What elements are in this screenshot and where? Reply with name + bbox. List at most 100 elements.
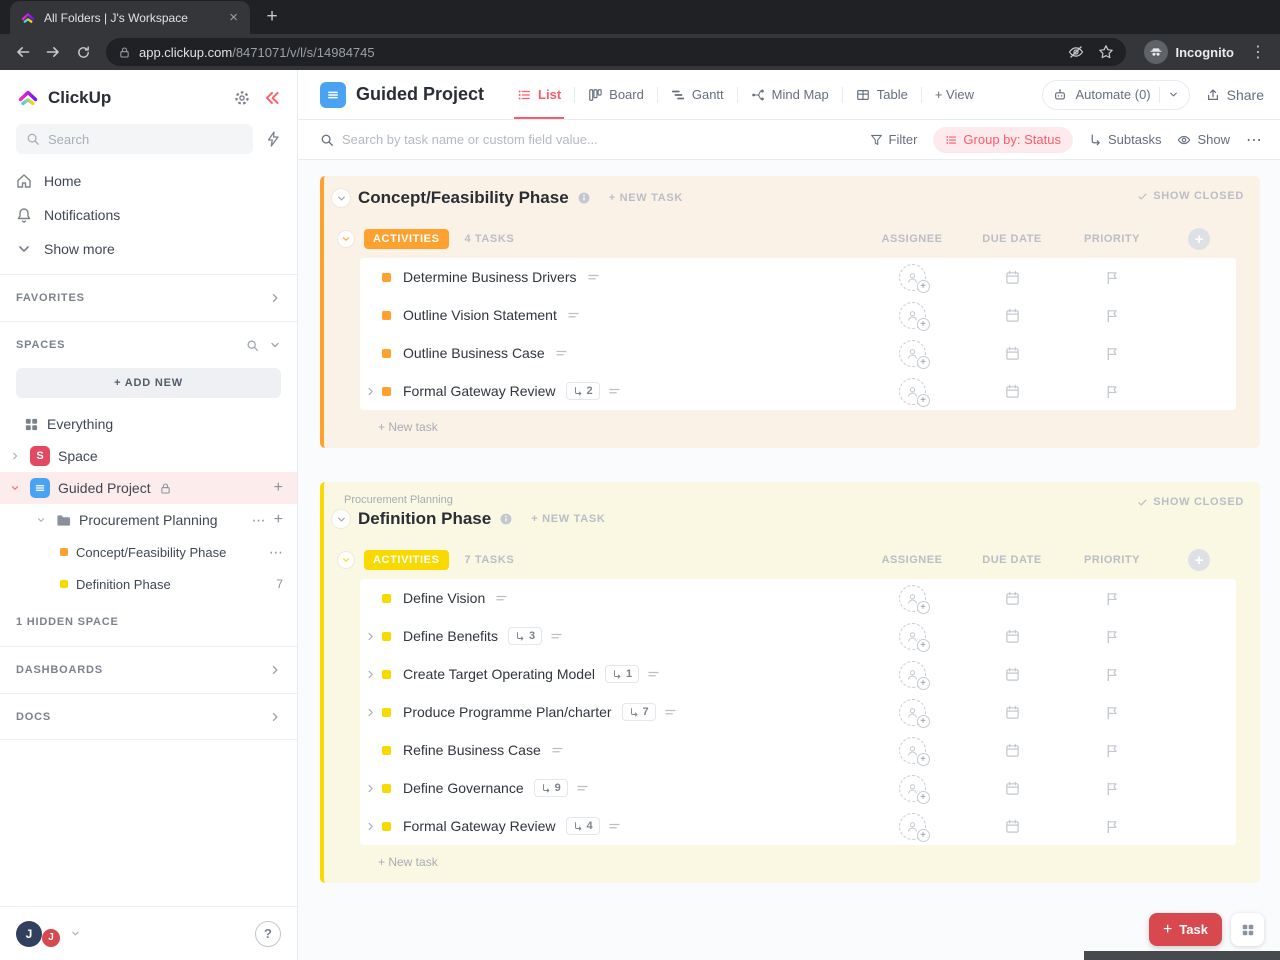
add-task-link[interactable]: + New task bbox=[378, 855, 438, 869]
priority-cell[interactable] bbox=[1062, 384, 1162, 399]
expand-toggle-icon[interactable] bbox=[360, 783, 380, 794]
priority-cell[interactable] bbox=[1062, 629, 1162, 644]
assignee-cell[interactable]: + bbox=[862, 622, 962, 652]
assignee-cell[interactable]: + bbox=[862, 736, 962, 766]
priority-cell[interactable] bbox=[1062, 667, 1162, 682]
task-name[interactable]: Refine Business Case bbox=[403, 742, 541, 758]
expand-toggle-icon[interactable] bbox=[360, 707, 380, 718]
new-task-button[interactable]: + NEW TASK bbox=[531, 513, 605, 525]
expand-toggle-icon[interactable] bbox=[360, 631, 380, 642]
chevron-down-icon[interactable] bbox=[70, 928, 81, 939]
bookmark-star-icon[interactable] bbox=[1098, 44, 1114, 60]
tab-close-icon[interactable]: × bbox=[227, 10, 240, 25]
description-icon[interactable] bbox=[567, 309, 580, 322]
task-row[interactable]: Formal Gateway Review 2 + bbox=[360, 372, 1236, 410]
assignee-add-avatar[interactable]: + bbox=[898, 774, 930, 804]
group-collapse-icon[interactable] bbox=[332, 189, 350, 207]
description-icon[interactable] bbox=[550, 630, 563, 643]
task-status-bullet[interactable] bbox=[382, 707, 391, 717]
task-name[interactable]: Formal Gateway Review bbox=[403, 818, 556, 834]
task-row[interactable]: Formal Gateway Review 4 + bbox=[360, 807, 1236, 845]
group-title[interactable]: Definition Phase bbox=[358, 509, 491, 529]
assignee-cell[interactable]: + bbox=[862, 812, 962, 842]
priority-cell[interactable] bbox=[1062, 819, 1162, 834]
status-badge[interactable]: ACTIVITIES bbox=[364, 550, 449, 570]
due-date-cell[interactable] bbox=[962, 743, 1062, 758]
subtask-badge[interactable]: 4 bbox=[565, 817, 600, 835]
group-by-button[interactable]: Group by: Status bbox=[933, 126, 1073, 153]
assignee-cell[interactable]: + bbox=[862, 377, 962, 407]
subtask-badge[interactable]: 9 bbox=[533, 779, 568, 797]
settings-gear-icon[interactable] bbox=[233, 89, 251, 107]
task-row[interactable]: Define Benefits 3 + bbox=[360, 617, 1236, 655]
task-row[interactable]: Determine Business Drivers + bbox=[360, 258, 1236, 296]
add-column-button[interactable]: + bbox=[1188, 228, 1210, 250]
chevron-down-icon[interactable] bbox=[269, 339, 281, 351]
sidebar-item-concept-feasibility-phase[interactable]: Concept/Feasibility Phase ⋯ bbox=[0, 536, 297, 568]
add-list-button[interactable]: + bbox=[274, 511, 283, 529]
back-button[interactable] bbox=[8, 37, 38, 67]
sidebar-item-home[interactable]: Home bbox=[0, 164, 297, 198]
assignee-add-avatar[interactable]: + bbox=[898, 263, 930, 293]
task-status-bullet[interactable] bbox=[382, 386, 391, 396]
due-date-cell[interactable] bbox=[962, 384, 1062, 399]
assignee-add-avatar[interactable]: + bbox=[898, 812, 930, 842]
dashboards-section-header[interactable]: DASHBOARDS bbox=[0, 646, 297, 693]
forward-button[interactable] bbox=[38, 37, 68, 67]
expand-toggle-icon[interactable] bbox=[360, 669, 380, 680]
assignee-cell[interactable]: + bbox=[862, 660, 962, 690]
subtask-badge[interactable]: 1 bbox=[604, 665, 640, 683]
assignee-add-avatar[interactable]: + bbox=[898, 301, 930, 331]
description-icon[interactable] bbox=[647, 668, 660, 681]
more-options-icon[interactable]: ⋯ bbox=[1246, 130, 1262, 150]
task-row[interactable]: Outline Business Case + bbox=[360, 334, 1236, 372]
description-icon[interactable] bbox=[495, 592, 508, 605]
user-avatar-badge[interactable]: J bbox=[40, 926, 62, 949]
new-tab-button[interactable]: + bbox=[258, 3, 286, 31]
task-status-bullet[interactable] bbox=[382, 669, 391, 679]
add-new-button[interactable]: + ADD NEW bbox=[16, 368, 281, 398]
reload-button[interactable] bbox=[68, 37, 98, 67]
assignee-cell[interactable]: + bbox=[862, 339, 962, 369]
task-status-bullet[interactable] bbox=[382, 783, 391, 793]
task-status-bullet[interactable] bbox=[382, 272, 391, 282]
due-date-cell[interactable] bbox=[962, 705, 1062, 720]
show-closed-toggle[interactable]: SHOW CLOSED bbox=[1137, 496, 1244, 508]
task-status-bullet[interactable] bbox=[382, 310, 391, 320]
assignee-cell[interactable]: + bbox=[862, 584, 962, 614]
task-row[interactable]: Create Target Operating Model 1 + bbox=[360, 655, 1236, 693]
expand-chevron-icon[interactable] bbox=[8, 451, 22, 461]
expand-toggle-icon[interactable] bbox=[360, 821, 380, 832]
tab-mind-map[interactable]: Mind Map bbox=[738, 70, 842, 119]
due-date-cell[interactable] bbox=[962, 270, 1062, 285]
assignee-cell[interactable]: + bbox=[862, 263, 962, 293]
priority-cell[interactable] bbox=[1062, 781, 1162, 796]
browser-menu-icon[interactable]: ⋮ bbox=[1244, 42, 1272, 62]
sidebar-item-guided-project[interactable]: Guided Project + bbox=[0, 472, 297, 504]
task-name[interactable]: Define Vision bbox=[403, 590, 485, 606]
task-status-bullet[interactable] bbox=[382, 745, 391, 755]
eye-off-icon[interactable] bbox=[1068, 44, 1084, 60]
due-date-cell[interactable] bbox=[962, 346, 1062, 361]
priority-cell[interactable] bbox=[1062, 346, 1162, 361]
sidebar-search-input[interactable] bbox=[48, 131, 243, 147]
hidden-space-label[interactable]: 1 HIDDEN SPACE bbox=[0, 600, 297, 638]
more-options-icon[interactable]: ⋯ bbox=[252, 512, 266, 529]
task-name[interactable]: Outline Business Case bbox=[403, 345, 545, 361]
assignee-add-avatar[interactable]: + bbox=[898, 584, 930, 614]
sidebar-item-notifications[interactable]: Notifications bbox=[0, 198, 297, 232]
sidebar-item-definition-phase[interactable]: Definition Phase 7 bbox=[0, 568, 297, 600]
column-header-priority[interactable]: PRIORITY bbox=[1062, 233, 1162, 245]
due-date-cell[interactable] bbox=[962, 781, 1062, 796]
share-button[interactable]: Share bbox=[1206, 87, 1264, 103]
spaces-section-header[interactable]: SPACES bbox=[0, 321, 297, 368]
status-badge[interactable]: ACTIVITIES bbox=[364, 229, 449, 249]
task-status-bullet[interactable] bbox=[382, 348, 391, 358]
collapse-chevron-icon[interactable] bbox=[8, 483, 22, 493]
description-icon[interactable] bbox=[555, 347, 568, 360]
task-name[interactable]: Outline Vision Statement bbox=[403, 307, 557, 323]
description-icon[interactable] bbox=[608, 385, 621, 398]
subtask-badge[interactable]: 3 bbox=[507, 627, 543, 645]
new-task-fab-button[interactable]: + Task bbox=[1148, 913, 1222, 946]
group-title[interactable]: Concept/Feasibility Phase bbox=[358, 188, 569, 208]
